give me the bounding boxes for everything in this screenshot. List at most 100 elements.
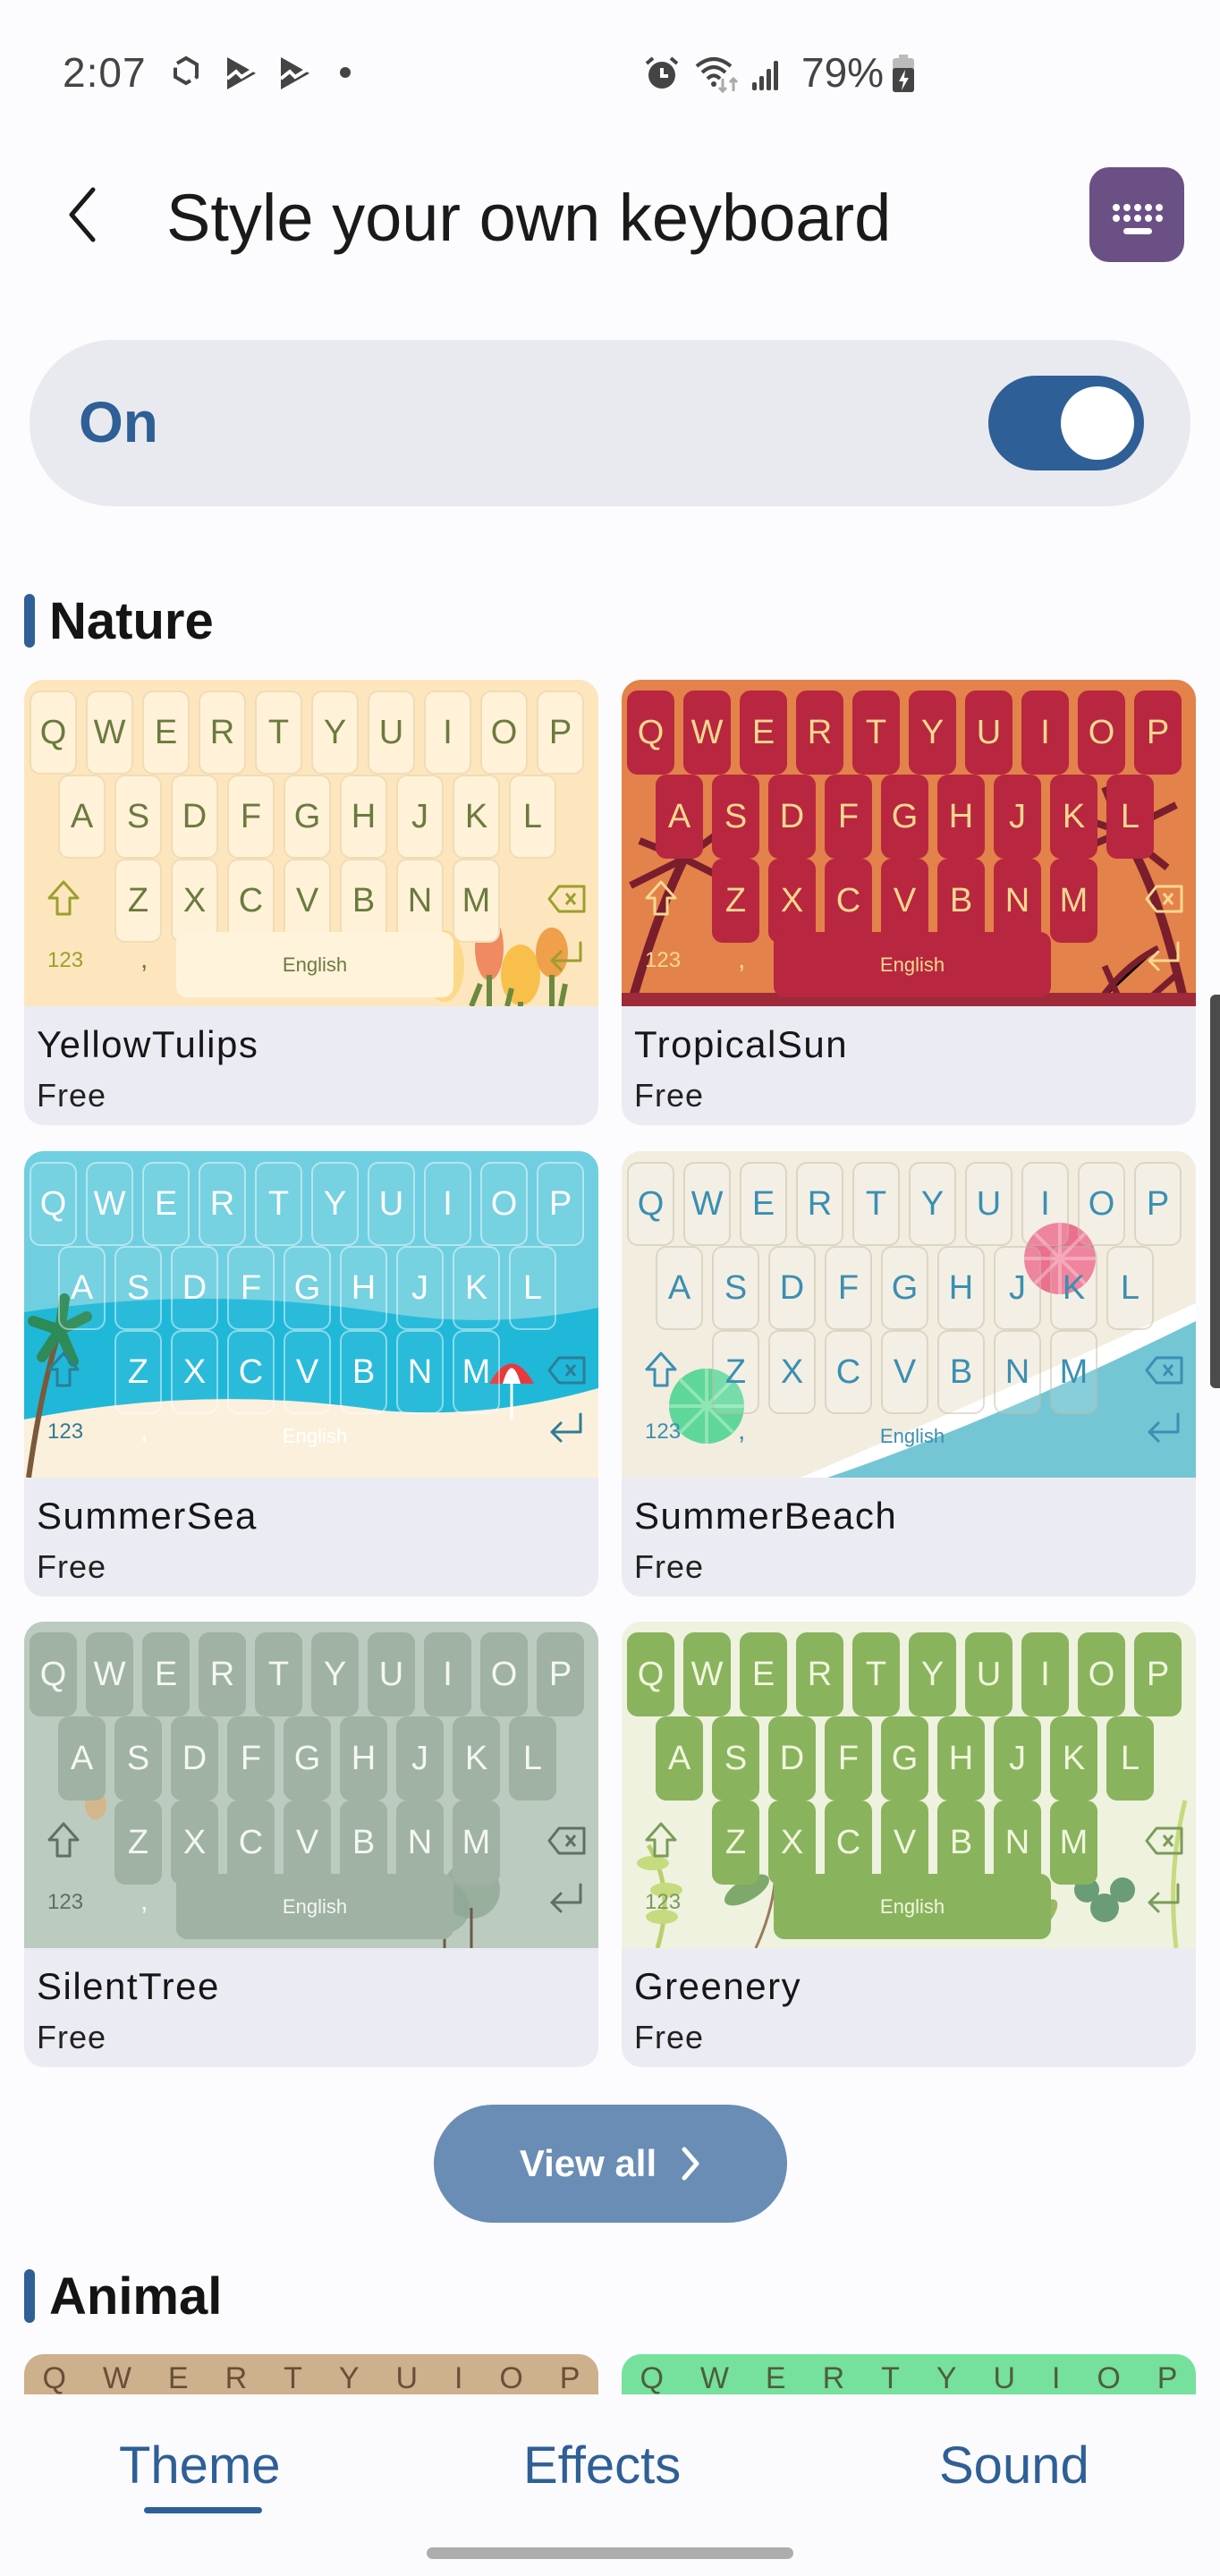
preview-key: S bbox=[114, 1246, 162, 1330]
preview-key: J bbox=[396, 775, 444, 859]
alarm-icon bbox=[645, 56, 679, 89]
theme-name: SummerBeach bbox=[634, 1495, 898, 1537]
preview-key: J bbox=[994, 1246, 1041, 1330]
preview-key: X bbox=[171, 1330, 218, 1414]
enter-icon bbox=[1148, 1883, 1180, 1913]
preview-key: D bbox=[171, 1246, 218, 1330]
preview-key: R bbox=[822, 2361, 845, 2394]
preview-key: X bbox=[768, 859, 816, 943]
preview-key: X bbox=[768, 1801, 816, 1885]
preview-key: L bbox=[509, 1716, 556, 1801]
play-activity-icon bbox=[279, 57, 311, 89]
keyboard-button[interactable] bbox=[1089, 167, 1184, 262]
chevron-right-icon bbox=[682, 2147, 699, 2181]
preview-key: F bbox=[825, 1716, 872, 1801]
preview-key: X bbox=[768, 1330, 816, 1414]
theme-card-animal-2[interactable]: QWERTYUIOP bbox=[622, 2354, 1196, 2394]
status-bar: 2:07 79% bbox=[0, 0, 1220, 143]
comma-key-label: , bbox=[140, 945, 148, 974]
sync-hexagon-icon bbox=[174, 55, 199, 86]
preview-key: R bbox=[796, 691, 843, 775]
preview-key: F bbox=[825, 1246, 872, 1330]
preview-key: N bbox=[396, 1330, 444, 1414]
keyboard-icon bbox=[1113, 204, 1163, 234]
tab-sound[interactable]: Sound bbox=[939, 2430, 1089, 2502]
preview-key: D bbox=[171, 775, 218, 859]
preview-key: T bbox=[881, 2361, 900, 2394]
master-toggle-label: On bbox=[79, 390, 158, 454]
tab-theme[interactable]: Theme bbox=[119, 2430, 281, 2502]
backspace-icon bbox=[1145, 885, 1183, 913]
preview-key: U bbox=[993, 2361, 1016, 2394]
theme-card[interactable]: Q W E R T Y U I O P A S D F G H J K L Z X C V B N M 123, English Gre… bbox=[622, 1622, 1196, 2067]
preview-key: T bbox=[284, 2361, 302, 2394]
preview-key: A bbox=[656, 1716, 703, 1801]
preview-key: O bbox=[1078, 691, 1125, 775]
keyboard-preview: Q W E R T Y U I O P A S D F G H J K L Z X C V B N M 123, English bbox=[622, 680, 1196, 1006]
backspace-icon bbox=[547, 1826, 586, 1855]
preview-key: Y bbox=[936, 2361, 957, 2394]
wifi-data-icon bbox=[695, 57, 739, 93]
preview-key: P bbox=[537, 1162, 584, 1246]
theme-card[interactable]: Q W E R T Y U I O P A S D F G H J K L Z X C V B N M 123, English Sum… bbox=[24, 1151, 598, 1597]
space-key: English bbox=[879, 1424, 945, 1447]
scrollbar[interactable] bbox=[1210, 995, 1220, 1388]
preview-key: B bbox=[340, 1801, 387, 1885]
keyboard-preview-keys: Q W E R T Y U I O P A S D F G H J K L Z X C V B N M 123, English bbox=[622, 1622, 1196, 1948]
preview-key: L bbox=[509, 1246, 556, 1330]
preview-key: W bbox=[86, 1632, 133, 1716]
preview-key: D bbox=[768, 1716, 816, 1801]
section-title: Animal bbox=[49, 2267, 223, 2326]
preview-key: O bbox=[480, 691, 528, 775]
preview-key: H bbox=[340, 1716, 387, 1801]
theme-card[interactable]: Q W E R T Y U I O P A S D F G H J K L Z X C V B N M 123, English Yel… bbox=[24, 680, 598, 1125]
master-toggle-card[interactable]: On bbox=[30, 340, 1190, 506]
preview-key: O bbox=[480, 1632, 528, 1716]
preview-key: G bbox=[284, 775, 331, 859]
preview-key: Z bbox=[114, 859, 162, 943]
space-key: English bbox=[774, 932, 1051, 997]
comma-key-label: , bbox=[140, 1416, 148, 1445]
preview-key: L bbox=[1106, 1246, 1154, 1330]
numbers-key-label: 123 bbox=[47, 1890, 84, 1914]
preview-key: C bbox=[227, 1801, 275, 1885]
view-all-button[interactable]: View all bbox=[434, 2105, 787, 2223]
space-key: English bbox=[282, 1424, 348, 1447]
preview-key: K bbox=[1050, 1246, 1097, 1330]
preview-key: A bbox=[58, 1716, 106, 1801]
space-key: English bbox=[176, 1874, 453, 1939]
theme-name: Greenery bbox=[634, 1965, 802, 2007]
theme-card[interactable]: Q W E R T Y U I O P A S D F G H J K L Z X C V B N M 123, English Sum… bbox=[622, 1151, 1196, 1597]
enter-icon bbox=[550, 941, 582, 971]
preview-key: O bbox=[480, 1162, 528, 1246]
master-toggle-switch[interactable] bbox=[988, 376, 1144, 470]
preview-key: T bbox=[852, 1632, 900, 1716]
preview-key: Z bbox=[712, 859, 759, 943]
theme-card[interactable]: Q W E R T Y U I O P A S D F G H J K L Z X C V B N M 123, English Tro… bbox=[622, 680, 1196, 1125]
home-indicator[interactable] bbox=[427, 2547, 793, 2559]
theme-name: SilentTree bbox=[37, 1965, 220, 2007]
preview-key: U bbox=[368, 691, 415, 775]
preview-key: N bbox=[396, 859, 444, 943]
preview-key: G bbox=[881, 1716, 928, 1801]
back-button[interactable] bbox=[57, 179, 111, 250]
preview-key: F bbox=[825, 775, 872, 859]
preview-key: I bbox=[1051, 2361, 1061, 2394]
preview-key: B bbox=[340, 859, 387, 943]
preview-key: M bbox=[1050, 1330, 1097, 1414]
preview-key: P bbox=[559, 2361, 580, 2394]
preview-key: C bbox=[227, 1330, 275, 1414]
preview-key: U bbox=[368, 1632, 415, 1716]
shift-icon bbox=[645, 1352, 677, 1387]
section-header-animal: Animal bbox=[24, 2267, 223, 2326]
theme-card[interactable]: Q W E R T Y U I O P A S D F G H J K L Z X C V B N M 123, English Sil… bbox=[24, 1622, 598, 2067]
view-all-label: View all bbox=[519, 2142, 657, 2184]
theme-card-animal-1[interactable]: QWERTYUIOP bbox=[24, 2354, 598, 2394]
preview-key: Q bbox=[627, 691, 674, 775]
preview-key: J bbox=[396, 1246, 444, 1330]
preview-key: B bbox=[937, 859, 985, 943]
preview-key: I bbox=[1021, 691, 1069, 775]
backspace-icon bbox=[1145, 1826, 1183, 1855]
tab-effects[interactable]: Effects bbox=[523, 2430, 681, 2502]
keyboard-preview-letters: QWERTYUIOP bbox=[24, 2361, 598, 2394]
